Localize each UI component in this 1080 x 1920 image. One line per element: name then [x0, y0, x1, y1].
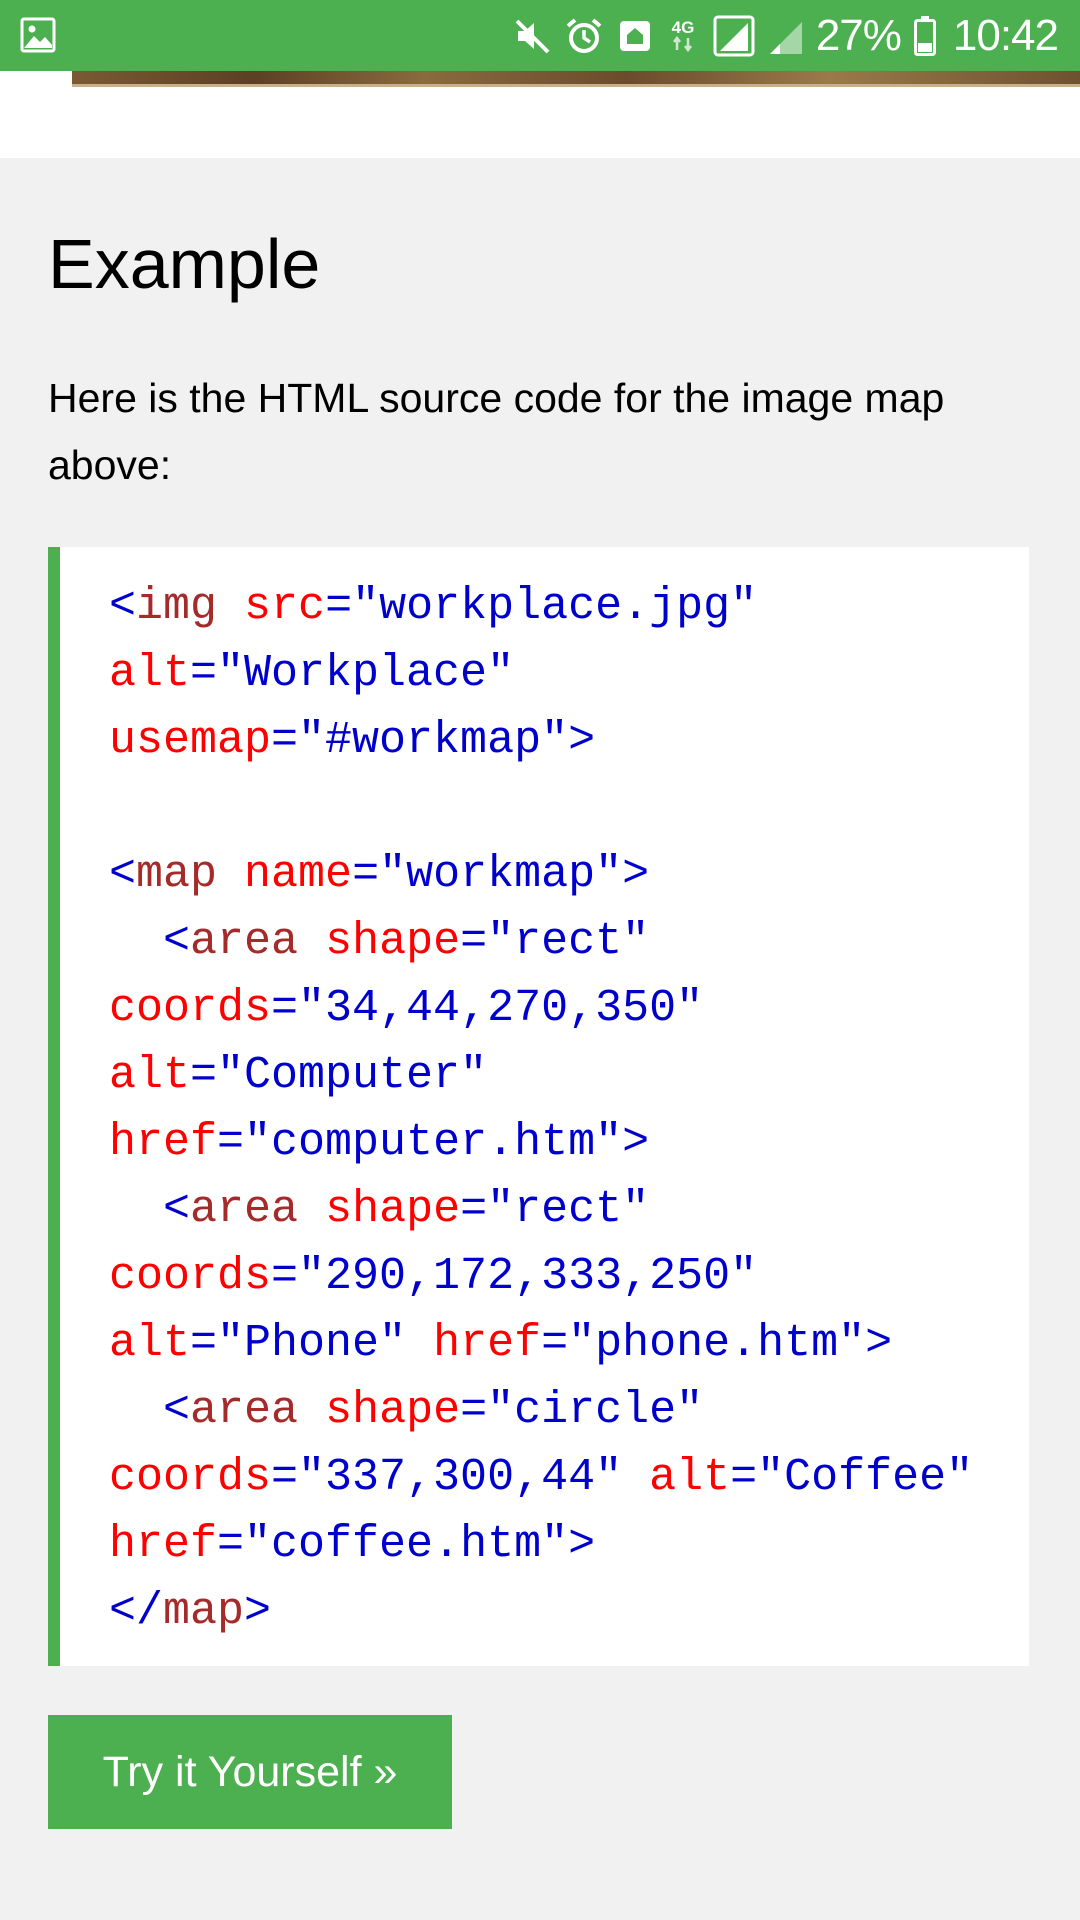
- code-line: href="computer.htm">: [109, 1109, 973, 1176]
- code-line: coords="34,44,270,350": [109, 975, 973, 1042]
- code-token-attr: usemap: [109, 715, 272, 766]
- signal-icon: [713, 15, 755, 56]
- code-token-attr: shape: [325, 1385, 461, 1436]
- code-example-box: <img src="workplace.jpg" alt="Workplace" u…: [48, 547, 1029, 1666]
- code-token-val: ="rect": [460, 1184, 650, 1235]
- code-token-val: ="coffee.htm": [217, 1519, 569, 1570]
- code-token-val: ="circle": [460, 1385, 704, 1436]
- code-line: coords="337,300,44" alt="Coffee": [109, 1444, 973, 1511]
- try-it-yourself-button[interactable]: Try it Yourself »: [48, 1715, 452, 1829]
- code-token-brack: >: [568, 1519, 596, 1570]
- code-token-attr: coords: [109, 1452, 272, 1503]
- code-line: <area shape="rect": [109, 1176, 973, 1243]
- network-label: 4G: [671, 18, 694, 37]
- code-token-val: ="34,44,270,350": [271, 983, 704, 1034]
- code-token-attr: alt: [109, 1318, 191, 1369]
- code-token-val: ="phone.htm": [541, 1318, 866, 1369]
- code-token-attr: alt: [109, 1050, 191, 1101]
- code-line: alt="Phone" href="phone.htm">: [109, 1310, 973, 1377]
- code-token-attr: href: [109, 1519, 218, 1570]
- code-token-val: ="#workmap": [271, 715, 569, 766]
- code-token-attr: shape: [325, 916, 461, 967]
- code-token-brack: <: [163, 916, 191, 967]
- code-token-tag: area: [190, 916, 299, 967]
- code-token-val: ="Phone": [190, 1318, 407, 1369]
- code-token-val: ="Coffee": [730, 1452, 974, 1503]
- example-heading: Example: [48, 225, 321, 303]
- code-line: <area shape="rect": [109, 908, 973, 975]
- code-token-tag: area: [190, 1385, 299, 1436]
- code-token-attr: alt: [109, 648, 191, 699]
- code-token-attr: coords: [109, 1251, 272, 1302]
- battery-icon: [913, 15, 936, 56]
- code-line: alt="Computer": [109, 1042, 973, 1109]
- status-icons: 4G 27% 10:42: [512, 0, 1059, 71]
- code-line: </map>: [109, 1578, 973, 1645]
- code-line: <area shape="circle": [109, 1377, 973, 1444]
- code-token-attr: name: [244, 849, 353, 900]
- alarm-icon: [566, 17, 602, 53]
- code-token-tag: map: [163, 1586, 245, 1637]
- code-token-attr: alt: [649, 1452, 731, 1503]
- code-token-attr: coords: [109, 983, 272, 1034]
- code-token-brack: >: [568, 715, 596, 766]
- battery-percent: 27%: [815, 10, 902, 60]
- code-token-brack: <: [163, 1385, 191, 1436]
- code-token-brack: >: [865, 1318, 893, 1369]
- code-line: alt="Workplace": [109, 640, 973, 707]
- code-token-val: ="computer.htm": [217, 1117, 623, 1168]
- code-token-brack: <: [109, 581, 137, 632]
- code-line: <img src="workplace.jpg": [109, 573, 973, 640]
- code-token-val: ="workplace.jpg": [325, 581, 758, 632]
- home-icon: [619, 20, 650, 51]
- code-token-val: ="Workplace": [190, 648, 515, 699]
- code-token-attr: src: [244, 581, 326, 632]
- clock: 10:42: [952, 10, 1059, 60]
- status-bar: 4G 27% 10:42: [0, 0, 1080, 71]
- code-lines: <img src="workplace.jpg" alt="Workplace" u…: [109, 573, 973, 1645]
- code-token-brack: <: [109, 849, 137, 900]
- code-token-brack: >: [622, 1117, 650, 1168]
- code-token-val: ="337,300,44": [271, 1452, 623, 1503]
- code-line: coords="290,172,333,250": [109, 1243, 973, 1310]
- code-token-tag: map: [136, 849, 218, 900]
- code-token-attr: shape: [325, 1184, 461, 1235]
- example-intro-text: Here is the HTML source code for the ima…: [48, 375, 945, 488]
- gallery-icon: [20, 17, 56, 53]
- code-token-brack: <: [163, 1184, 191, 1235]
- mute-icon: [515, 19, 550, 53]
- code-token-val: ="Computer": [190, 1050, 488, 1101]
- code-line: href="coffee.htm">: [109, 1511, 973, 1578]
- code-line: usemap="#workmap">: [109, 707, 973, 774]
- code-token-val: ="290,172,333,250": [271, 1251, 758, 1302]
- code-token-tag: img: [136, 581, 218, 632]
- code-token-tag: area: [190, 1184, 299, 1235]
- code-line: <map name="workmap">: [109, 841, 973, 908]
- code-token-brack: >: [622, 849, 650, 900]
- code-token-val: ="rect": [460, 916, 650, 967]
- code-token-val: ="workmap": [352, 849, 623, 900]
- signal-icon: [769, 21, 802, 54]
- image-bottom-edge: [72, 84, 1080, 87]
- code-token-attr: href: [433, 1318, 542, 1369]
- code-token-brack: >: [244, 1586, 272, 1637]
- code-token-attr: href: [109, 1117, 218, 1168]
- network-4g-icon: 4G: [671, 18, 694, 52]
- code-token-brack: </: [109, 1586, 164, 1637]
